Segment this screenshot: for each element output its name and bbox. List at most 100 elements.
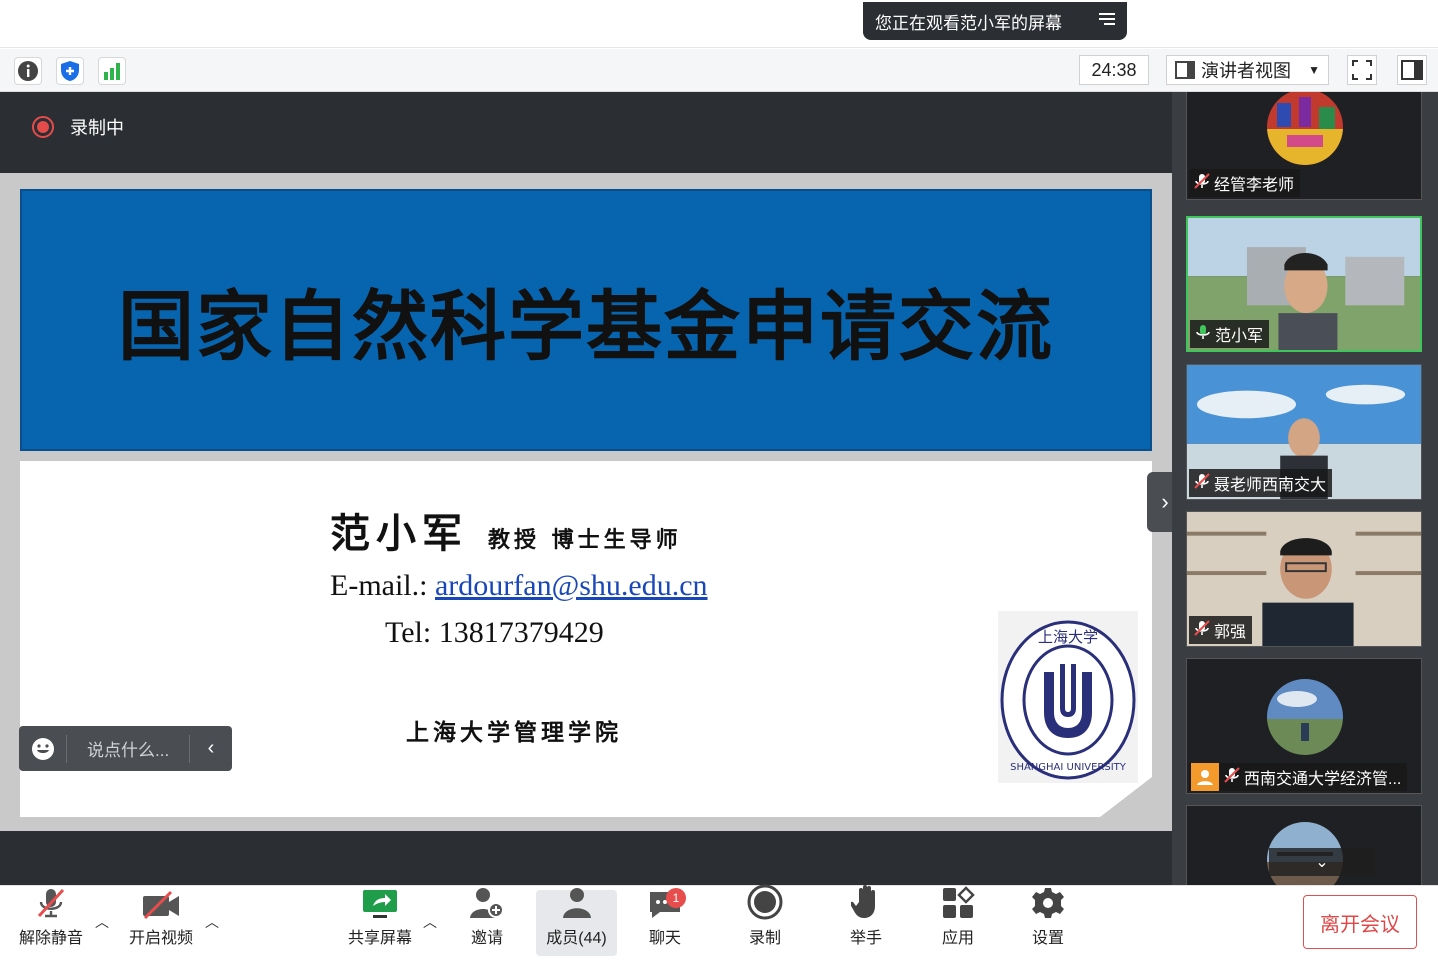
page-fold <box>1100 777 1152 817</box>
signal-icon[interactable] <box>98 57 126 85</box>
participant-label: 西南交通大学经济管... <box>1189 763 1408 791</box>
meeting-timer: 24:38 <box>1079 55 1149 85</box>
invite-label: 邀请 <box>470 930 503 947</box>
chat-input[interactable]: 说点什么... <box>67 734 190 763</box>
record-icon <box>747 884 783 920</box>
chevron-up-icon[interactable]: ︿ <box>423 912 437 932</box>
participant-label: 范小军 <box>1190 320 1270 348</box>
participant-tile-active-speaker[interactable]: 范小军 <box>1186 216 1422 352</box>
slide-title: 国家自然科学基金申请交流 <box>118 282 1054 371</box>
email-label: E-mail.: <box>330 569 435 602</box>
participant-tile[interactable]: 郭强 <box>1186 511 1422 647</box>
fullscreen-icon[interactable] <box>1347 55 1377 85</box>
participant-name: 郭强 <box>1214 624 1247 641</box>
participant-tile[interactable]: ⌄ <box>1186 805 1422 885</box>
chevron-up-icon[interactable]: ︿ <box>95 912 109 932</box>
mic-muted-icon <box>1193 172 1211 195</box>
mic-muted-icon <box>1193 619 1211 642</box>
participant-label: 聂老师西南交大 <box>1189 469 1333 497</box>
mic-muted-icon <box>1223 766 1241 789</box>
chevron-right-icon: › <box>1161 489 1169 514</box>
slide-title-banner: 国家自然科学基金申请交流 <box>20 189 1152 451</box>
participant-name: 范小军 <box>1215 328 1264 345</box>
scroll-down-button[interactable]: ⌄ <box>1269 848 1375 876</box>
apps-button[interactable]: 应用 <box>935 886 981 956</box>
view-mode-label: 演讲者视图 <box>1201 61 1291 81</box>
participant-name: 经管李老师 <box>1214 177 1295 194</box>
share-screen-button[interactable]: 共享屏幕 <box>344 890 416 956</box>
university-logo: 上海大学 SHANGHAI UNIVERSITY <box>998 611 1138 783</box>
participant-name: 西南交通大学经济管... <box>1244 771 1402 788</box>
participant-label: 经管李老师 <box>1189 169 1301 197</box>
record-dot-icon <box>32 116 54 138</box>
meeting-toolbar: 24:38 演讲者视图 ▼ <box>0 49 1438 92</box>
chevron-down-icon: ⌄ <box>1315 854 1329 871</box>
add-user-icon <box>469 886 505 920</box>
unmute-label: 解除静音 <box>18 930 83 947</box>
viewing-banner: 您正在观看范小军的屏幕 <box>863 2 1127 40</box>
user-icon <box>1191 763 1219 791</box>
side-panel-icon[interactable] <box>1397 55 1427 85</box>
start-video-button[interactable]: 开启视频 <box>125 890 197 956</box>
chat-label: 聊天 <box>648 930 681 947</box>
meeting-window: 您正在观看范小军的屏幕 24:38 演讲者视图 ▼ 录制中 国家自然科学基金申请… <box>0 0 1438 961</box>
apps-label: 应用 <box>941 930 974 947</box>
recording-label: 录制中 <box>70 118 124 138</box>
settings-label: 设置 <box>1031 930 1064 947</box>
chevron-up-icon[interactable]: ︿ <box>205 912 219 932</box>
mic-active-icon <box>1194 323 1212 346</box>
avatar <box>1267 679 1343 755</box>
raise-hand-label: 举手 <box>849 930 882 947</box>
chat-icon: 1 <box>648 888 686 920</box>
chat-button[interactable]: 1 聊天 <box>642 888 688 956</box>
presenter-line: 范小军 教授 博士生导师 <box>330 501 682 559</box>
unmute-button[interactable]: 解除静音 <box>16 888 86 956</box>
mic-muted-icon <box>34 886 68 920</box>
email-link[interactable]: ardourfan@shu.edu.cn <box>435 569 708 602</box>
settings-button[interactable]: 设置 <box>1025 888 1071 956</box>
menu-icon[interactable] <box>1087 11 1127 32</box>
chat-input-pill[interactable]: 说点什么... ‹ <box>19 726 232 771</box>
record-button[interactable]: 录制 <box>742 884 788 956</box>
share-screen-label: 共享屏幕 <box>347 930 412 947</box>
meeting-controls: 解除静音 ︿ 开启视频 ︿ 共享屏幕 ︿ 邀请 成员(44) 1 聊天 录制 举… <box>0 884 1438 961</box>
speaker-view-icon <box>1175 61 1195 79</box>
participant-tile[interactable]: 聂老师西南交大 <box>1186 364 1422 500</box>
logo-ring-text: SHANGHAI UNIVERSITY <box>1010 762 1127 773</box>
presenter-name: 范小军 <box>330 510 468 557</box>
leave-meeting-button[interactable]: 离开会议 <box>1303 895 1417 949</box>
school-name: 上海大学管理学院 <box>406 719 622 746</box>
invite-button[interactable]: 邀请 <box>462 888 512 956</box>
participant-tile[interactable]: 西南交通大学经济管... <box>1186 658 1422 794</box>
participant-gallery[interactable]: 经管李老师 范小军 聂老师西南交大 郭强 西南交通大学经济管... ⌄ <box>1172 92 1438 885</box>
video-off-icon <box>141 890 181 920</box>
members-label: 成员(44) <box>546 930 607 947</box>
participant-name: 聂老师西南交大 <box>1214 477 1327 494</box>
chevron-left-icon[interactable]: ‹ <box>190 737 232 760</box>
chevron-down-icon: ▼ <box>1308 63 1320 77</box>
apps-icon <box>941 886 975 920</box>
participant-label: 郭强 <box>1189 616 1253 644</box>
emoji-icon[interactable] <box>19 734 67 763</box>
raise-hand-button[interactable]: 举手 <box>843 885 889 956</box>
chat-badge: 1 <box>666 888 686 908</box>
share-screen-icon <box>361 888 399 920</box>
recording-indicator: 录制中 <box>32 114 124 140</box>
viewing-banner-text: 您正在观看范小军的屏幕 <box>875 13 1062 33</box>
view-mode-dropdown[interactable]: 演讲者视图 ▼ <box>1166 55 1329 85</box>
shared-screen-stage: 录制中 国家自然科学基金申请交流 范小军 教授 博士生导师 E-mail.: a… <box>0 92 1172 885</box>
info-icon[interactable] <box>14 57 42 85</box>
tel-line: Tel: 13817379429 <box>385 616 604 649</box>
participant-tile[interactable]: 经管李老师 <box>1186 92 1422 200</box>
hand-icon <box>851 884 881 920</box>
presenter-position: 教授 博士生导师 <box>488 527 682 553</box>
avatar <box>1267 92 1343 165</box>
record-label: 录制 <box>748 930 781 947</box>
members-button[interactable]: 成员(44) <box>536 888 617 956</box>
start-video-label: 开启视频 <box>128 930 193 947</box>
mic-muted-icon <box>1193 472 1211 495</box>
logo-top-text: 上海大学 <box>1038 628 1098 646</box>
shield-icon[interactable] <box>56 57 84 85</box>
email-line: E-mail.: ardourfan@shu.edu.cn <box>330 569 708 603</box>
users-icon <box>559 886 595 920</box>
